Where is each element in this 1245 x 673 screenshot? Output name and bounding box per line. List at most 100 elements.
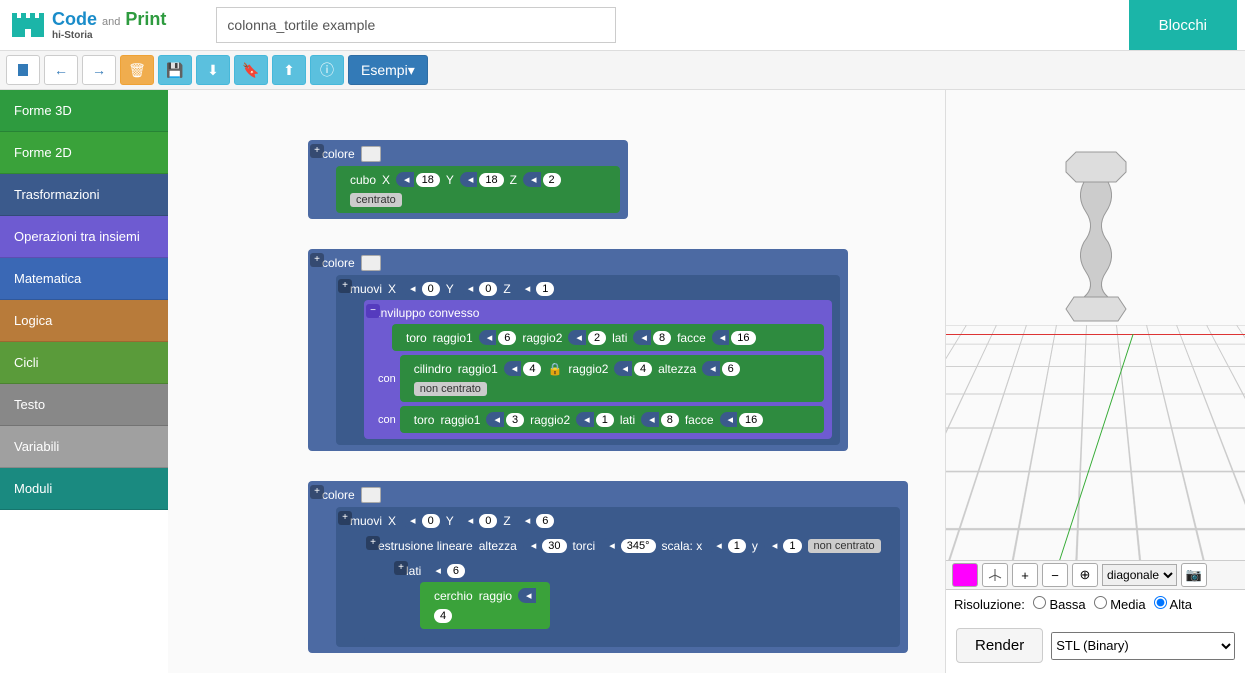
field-r2[interactable]: 1 xyxy=(596,413,614,427)
field-r2[interactable]: 2 xyxy=(588,331,606,345)
field-alt[interactable]: 6 xyxy=(722,362,740,376)
expand-icon[interactable]: + xyxy=(338,511,352,525)
label: estrusione lineare xyxy=(378,539,473,553)
help-button[interactable]: ⓘ xyxy=(310,55,344,85)
logo: Code and Print hi-Storia xyxy=(8,5,166,45)
block-toro-1[interactable]: toro raggio1◂6 raggio2◂2 lati◂8 facce◂16 xyxy=(392,324,824,351)
upload-button[interactable]: ⬆ xyxy=(272,55,306,85)
block-estrusione[interactable]: + estrusione lineare altezza◂30 torci◂34… xyxy=(364,532,892,641)
field-facce[interactable]: 16 xyxy=(731,331,755,345)
block-inviluppo[interactable]: − inviluppo convesso toro raggio1◂6 ragg… xyxy=(364,300,832,439)
res-alta[interactable]: Alta xyxy=(1154,596,1192,612)
block-cubo[interactable]: cubo X◂18 Y◂18 Z◂2 centrato xyxy=(336,166,620,213)
cat-operazioni[interactable]: Operazioni tra insiemi xyxy=(0,216,168,258)
field-z[interactable]: 6 xyxy=(536,514,554,528)
cat-moduli[interactable]: Moduli xyxy=(0,468,168,510)
field-torci[interactable]: 345° xyxy=(621,539,656,553)
field-alt[interactable]: 30 xyxy=(542,539,566,553)
block-colore-2[interactable]: + colore + muovi X◂0 Y◂0 Z◂1 − inviluppo… xyxy=(308,249,848,451)
collapse-icon[interactable]: − xyxy=(366,304,380,318)
field-y[interactable]: 1 xyxy=(783,539,801,553)
cat-matematica[interactable]: Matematica xyxy=(0,258,168,300)
field-facce[interactable]: 16 xyxy=(739,413,763,427)
field-x[interactable]: 0 xyxy=(422,514,440,528)
field-r1[interactable]: 6 xyxy=(498,331,516,345)
res-bassa[interactable]: Bassa xyxy=(1033,596,1086,612)
tab-blocchi[interactable]: Blocchi xyxy=(1129,0,1237,50)
bookmark-button[interactable]: 🔖 xyxy=(234,55,268,85)
lock-icon[interactable]: 🔒 xyxy=(547,362,562,376)
save-button[interactable]: 💾 xyxy=(158,55,192,85)
back-button[interactable]: ← xyxy=(44,55,78,85)
cat-testo[interactable]: Testo xyxy=(0,384,168,426)
block-colore-3[interactable]: + colore + muovi X◂0 Y◂0 Z◂6 + estrusion… xyxy=(308,481,908,653)
render-button[interactable]: Render xyxy=(956,628,1043,663)
field-z[interactable]: 2 xyxy=(543,173,561,187)
field-y[interactable]: 18 xyxy=(479,173,503,187)
field-z[interactable]: 1 xyxy=(536,282,554,296)
field-r1[interactable]: 3 xyxy=(506,413,524,427)
label: raggio2 xyxy=(530,413,570,427)
cat-forme3d[interactable]: Forme 3D xyxy=(0,90,168,132)
block-lati[interactable]: + lati◂6 cerchio raggio◂4 xyxy=(392,557,522,635)
field-x[interactable]: 0 xyxy=(422,282,440,296)
color-swatch[interactable] xyxy=(361,255,381,271)
block-cerchio[interactable]: cerchio raggio◂4 xyxy=(420,582,550,629)
field-scalax[interactable]: 1 xyxy=(728,539,746,553)
cat-forme2d[interactable]: Forme 2D xyxy=(0,132,168,174)
block-muovi-1[interactable]: + muovi X◂0 Y◂0 Z◂1 − inviluppo convesso… xyxy=(336,275,840,445)
axes-button[interactable] xyxy=(982,563,1008,587)
field-y[interactable]: 0 xyxy=(479,282,497,296)
expand-icon[interactable]: + xyxy=(310,485,324,499)
expand-icon[interactable]: + xyxy=(310,253,324,267)
label: Z xyxy=(503,514,510,528)
axes-icon xyxy=(988,568,1002,582)
field-raggio[interactable]: 4 xyxy=(434,609,452,623)
cat-cicli[interactable]: Cicli xyxy=(0,342,168,384)
mode-dropdown[interactable]: non centrato xyxy=(808,539,881,553)
toolbar: ← → 🗑 💾 ⬇ 🔖 ⬆ ⓘ Esempi▾ xyxy=(0,50,1245,90)
block-workspace[interactable]: + colore cubo X◂18 Y◂18 Z◂2 centrato + c… xyxy=(168,90,945,673)
download-button[interactable]: ⬇ xyxy=(196,55,230,85)
zoom-in-button[interactable]: + xyxy=(1012,563,1038,587)
project-title-input[interactable] xyxy=(216,7,616,43)
block-cilindro[interactable]: cilindro raggio1◂4 🔒 raggio2◂4 altezza◂6… xyxy=(400,355,824,402)
3d-viewport[interactable] xyxy=(946,90,1245,560)
field-lati[interactable]: 6 xyxy=(447,564,465,578)
expand-icon[interactable]: + xyxy=(338,279,352,293)
field-x[interactable]: 18 xyxy=(416,173,440,187)
cat-variabili[interactable]: Variabili xyxy=(0,426,168,468)
color-toggle[interactable] xyxy=(952,563,978,587)
block-toro-2[interactable]: toro raggio1◂3 raggio2◂1 lati◂8 facce◂16 xyxy=(400,406,824,433)
res-media[interactable]: Media xyxy=(1094,596,1146,612)
forward-button[interactable]: → xyxy=(82,55,116,85)
cat-logica[interactable]: Logica xyxy=(0,300,168,342)
field-lati[interactable]: 8 xyxy=(653,331,671,345)
delete-button[interactable]: 🗑 xyxy=(120,55,154,85)
cat-trasformazioni[interactable]: Trasformazioni xyxy=(0,174,168,216)
mode-dropdown[interactable]: centrato xyxy=(350,193,402,207)
expand-icon[interactable]: + xyxy=(394,561,408,575)
zoom-out-button[interactable]: − xyxy=(1042,563,1068,587)
color-swatch[interactable] xyxy=(361,146,381,162)
camera-button[interactable]: 📷 xyxy=(1181,563,1207,587)
block-colore-1[interactable]: + colore cubo X◂18 Y◂18 Z◂2 centrato xyxy=(308,140,628,219)
file-icon xyxy=(16,63,30,77)
expand-icon[interactable]: + xyxy=(310,144,324,158)
field-y[interactable]: 0 xyxy=(479,514,497,528)
mode-dropdown[interactable]: non centrato xyxy=(414,382,487,396)
reset-view-button[interactable]: ⊕ xyxy=(1072,563,1098,587)
color-swatch[interactable] xyxy=(361,487,381,503)
field-r2[interactable]: 4 xyxy=(634,362,652,376)
esempi-dropdown[interactable]: Esempi▾ xyxy=(348,55,428,85)
resolution-bar: Risoluzione: Bassa Media Alta xyxy=(946,590,1245,618)
export-format-select[interactable]: STL (Binary) xyxy=(1051,632,1235,660)
new-button[interactable] xyxy=(6,55,40,85)
label: inviluppo convesso xyxy=(378,306,479,320)
view-angle-select[interactable]: diagonale xyxy=(1102,564,1177,586)
field-lati[interactable]: 8 xyxy=(661,413,679,427)
block-muovi-2[interactable]: + muovi X◂0 Y◂0 Z◂6 + estrusione lineare… xyxy=(336,507,900,647)
field-r1[interactable]: 4 xyxy=(523,362,541,376)
label: muovi xyxy=(350,514,382,528)
expand-icon[interactable]: + xyxy=(366,536,380,550)
